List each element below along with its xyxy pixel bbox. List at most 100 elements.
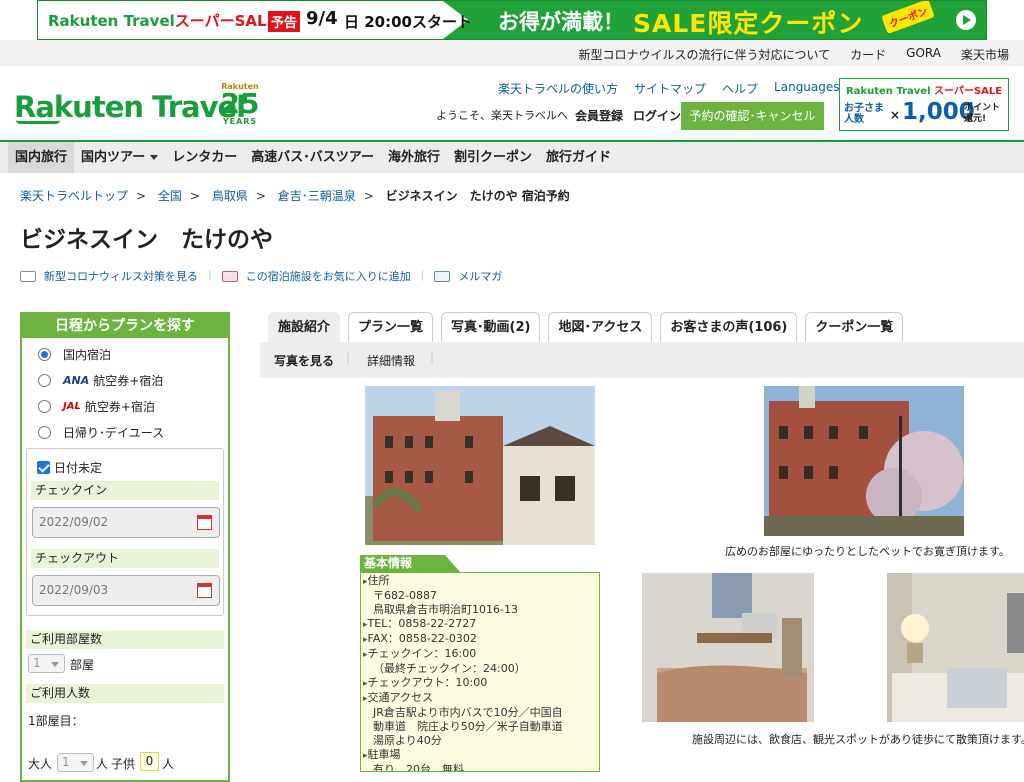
- tab-map[interactable]: 地図･アクセス: [548, 312, 653, 342]
- kids-banner-title: Rakuten Travel スーパーSALE: [846, 86, 1003, 97]
- mailmag-link[interactable]: メルマガ: [458, 268, 502, 284]
- kids-banner-kids: お子さま 人数: [844, 103, 884, 125]
- rakuten-travel-logo[interactable]: Rakuten Travel: [14, 90, 246, 124]
- util-link-card[interactable]: カード: [850, 46, 886, 63]
- banner-notice-badge: 予告: [268, 11, 301, 32]
- util-link-covid[interactable]: 新型コロナウイルスの流行に伴う対応について: [579, 46, 831, 63]
- info-postcode: 〒682-0887: [373, 589, 437, 602]
- info-checkin: チェックイン：16:00: [363, 647, 599, 662]
- reservation-check-button[interactable]: 予約の確認･キャンセル: [681, 102, 824, 130]
- hotel-actions: 新型コロナウィルス対策を見る | この宿泊施設をお気に入りに追加 | メルマガ: [20, 268, 512, 284]
- info-parking-label: 駐車場: [363, 748, 599, 763]
- hotel-tabs: 施設紹介 プラン一覧 写真･動画(2) 地図･アクセス お客さまの声(106) …: [268, 312, 911, 342]
- radio-jal[interactable]: JAL 航空券+宿泊: [38, 398, 155, 415]
- crumb-top[interactable]: 楽天トラベルトップ: [20, 189, 128, 203]
- info-tel: TEL：0858-22-2727: [363, 617, 599, 632]
- tab-coupons[interactable]: クーポン一覧: [805, 312, 904, 342]
- covid-action[interactable]: 新型コロナウィルス対策を見る: [20, 268, 198, 284]
- info-address: 鳥取県倉吉市明治町1016-13: [373, 603, 518, 616]
- banner-coupon-text: SALE限定クーポン: [633, 9, 864, 38]
- 25-years-logo: Rakuten 25 YEARS: [220, 82, 260, 126]
- banner-brand: Rakuten TravelスーパーSALE: [48, 12, 277, 30]
- basic-info-box: 住所 〒682-0887 鳥取県倉吉市明治町1016-13 TEL：0858-2…: [360, 572, 600, 772]
- nav-help[interactable]: ヘルプ: [722, 80, 758, 97]
- checkin-input[interactable]: 2022/09/02: [32, 507, 220, 538]
- kids-points-banner[interactable]: Rakuten Travel スーパーSALE お子さま 人数 × 1,000 …: [839, 78, 1009, 131]
- subtab-photos[interactable]: 写真を見る: [274, 352, 334, 369]
- gnav-guide[interactable]: 旅行ガイド: [539, 142, 618, 173]
- info-access-label: 交通アクセス: [363, 691, 599, 706]
- radio-dayuse[interactable]: 日帰り･デイユース: [38, 424, 164, 441]
- date-undecided-checkbox[interactable]: 日付未定: [37, 459, 102, 476]
- crumb-current: ビジネスイン たけのや 宿泊予約: [385, 189, 570, 203]
- adult-unit: 人: [96, 757, 109, 771]
- room-photo-1[interactable]: [642, 573, 814, 722]
- register-link[interactable]: 会員登録: [575, 107, 623, 124]
- banner-coupon-tag: クーポン: [881, 1, 935, 34]
- global-nav: 国内旅行 国内ツアー レンタカー 高速バス･バスツアー 海外旅行 割引クーポン …: [0, 140, 1024, 173]
- tab-plans[interactable]: プラン一覧: [348, 312, 434, 342]
- page-title: ビジネスイン たけのや: [20, 227, 273, 253]
- hotel-garden-photo[interactable]: [764, 386, 964, 536]
- login-link[interactable]: ログイン: [633, 107, 681, 124]
- breadcrumb: 楽天トラベルトップ > 全国 > 鳥取県 > 倉吉･三朝温泉 > ビジネスイン たけのや…: [20, 189, 570, 203]
- site-header: Rakuten Travel Rakuten 25 YEARS 楽天トラベルの使…: [0, 66, 1024, 140]
- kids-banner-pt: ポイント 還元!: [964, 103, 1001, 124]
- play-icon[interactable]: [956, 10, 976, 30]
- welcome-text: ようこそ、楽天トラベルへ: [436, 109, 568, 122]
- super-sale-banner[interactable]: Rakuten TravelスーパーSALE 予告 9/4 日 20:00スター…: [37, 0, 987, 40]
- util-link-gora[interactable]: GORA: [906, 46, 941, 63]
- banner-start-time: 日 20:00スタート: [344, 13, 472, 31]
- utility-bar: 新型コロナウイルスの流行に伴う対応について カード GORA 楽天市場: [0, 40, 1024, 66]
- header-nav: 楽天トラベルの使い方 サイトマップ ヘルプ Languages: [498, 80, 869, 97]
- subtab-details[interactable]: 詳細情報: [367, 352, 415, 369]
- favorite-icon: [221, 270, 238, 282]
- basic-info-heading: 基本情報: [360, 555, 460, 572]
- nav-sitemap[interactable]: サイトマップ: [634, 80, 706, 97]
- tab-photos[interactable]: 写真･動画(2): [441, 312, 541, 342]
- covid-link[interactable]: 新型コロナウィルス対策を見る: [44, 268, 198, 284]
- plan-search-panel: 日程からプランを探す 国内宿泊 ANA 航空券+宿泊 JAL 航空券+宿泊 日帰り･…: [20, 312, 230, 782]
- checkin-label: チェックイン: [31, 481, 219, 500]
- promo-banner-area: Rakuten TravelスーパーSALE 予告 9/4 日 20:00スター…: [0, 0, 1024, 40]
- gnav-overseas[interactable]: 海外旅行: [381, 142, 447, 173]
- caption-room: 広めのお部屋にゆったりとしたベットでお寛ぎ頂けます。: [725, 545, 1010, 558]
- tab-reviews[interactable]: お客さまの声(106): [660, 312, 798, 342]
- room-photo-2[interactable]: [887, 573, 1024, 722]
- mailmag-action[interactable]: メルマガ: [434, 268, 502, 284]
- radio-ana[interactable]: ANA 航空券+宿泊: [38, 372, 163, 389]
- rooms-select[interactable]: 1: [28, 654, 65, 673]
- calendar-icon[interactable]: [197, 515, 212, 530]
- util-link-ichiba[interactable]: 楽天市場: [961, 46, 1009, 63]
- mail-icon: [434, 270, 451, 282]
- sub-tabs: 写真を見る | 詳細情報 |: [260, 342, 1024, 378]
- info-access-1: JR倉吉駅より市内バスで10分／中国自: [373, 706, 563, 719]
- gnav-tour[interactable]: 国内ツアー: [74, 142, 165, 173]
- crumb-tottori[interactable]: 鳥取県: [212, 189, 248, 203]
- rooms-unit: 部屋: [70, 658, 95, 672]
- radio-domestic[interactable]: 国内宿泊: [38, 346, 111, 363]
- checkout-input[interactable]: 2022/09/03: [32, 575, 220, 606]
- room1-label: 1部屋目：: [28, 714, 84, 728]
- tab-facility[interactable]: 施設紹介: [268, 312, 341, 342]
- gnav-rentacar[interactable]: レンタカー: [165, 142, 244, 173]
- info-last-checkin: （最終チェックイン：24:00）: [373, 662, 526, 675]
- gnav-domestic[interactable]: 国内旅行: [8, 142, 75, 173]
- calendar-icon[interactable]: [197, 583, 212, 598]
- crumb-national[interactable]: 全国: [158, 189, 182, 203]
- nav-howto[interactable]: 楽天トラベルの使い方: [498, 80, 618, 97]
- crumb-area[interactable]: 倉吉･三朝温泉: [278, 189, 356, 203]
- gnav-bus[interactable]: 高速バス･バスツアー: [244, 142, 381, 173]
- hotel-exterior-photo[interactable]: [365, 386, 595, 545]
- date-box: 日付未定 チェックイン 2022/09/02 チェックアウト 2022/09/0…: [26, 448, 224, 616]
- favorite-link[interactable]: この宿泊施設をお気に入りに追加: [246, 268, 411, 284]
- favorite-action[interactable]: この宿泊施設をお気に入りに追加: [221, 268, 411, 284]
- adults-select[interactable]: 1: [57, 753, 94, 772]
- banner-headline: お得が満載！: [498, 10, 624, 34]
- jal-logo-icon: JAL: [63, 401, 81, 412]
- info-fax: FAX：0858-22-0302: [363, 632, 599, 647]
- children-input[interactable]: 0: [140, 752, 159, 771]
- info-access-2: 動車道 院庄より50分／米子自動車道: [373, 720, 563, 733]
- kids-banner-times: ×: [890, 108, 901, 122]
- gnav-coupon[interactable]: 割引クーポン: [447, 142, 539, 173]
